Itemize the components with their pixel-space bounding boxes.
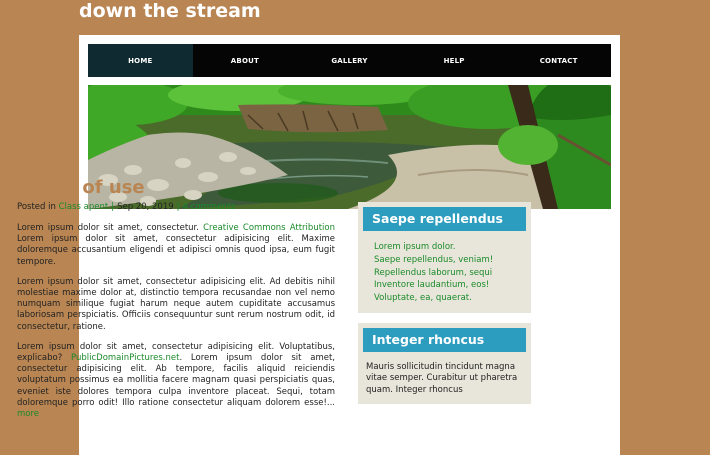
- widget-link[interactable]: Inventore laudantium, eos!: [374, 279, 526, 292]
- sidebar: Saepe repellendus Lorem ipsum dolor. Sae…: [358, 202, 531, 414]
- nav-item-contact[interactable]: CONTACT: [506, 44, 611, 77]
- comments-link[interactable]: 4 comments: [183, 202, 236, 212]
- nav-item-help[interactable]: HELP: [402, 44, 507, 77]
- widget-title: Saepe repellendus: [363, 207, 526, 231]
- paragraph-1-lead: Lorem ipsum dolor sit amet, consectetur.: [17, 223, 199, 233]
- widget-link[interactable]: Repellendus laborum, sequi: [374, 267, 526, 280]
- post-title[interactable]: terms of use: [17, 176, 335, 200]
- paragraph-3: Lorem ipsum dolor sit amet, consectetur …: [17, 342, 335, 420]
- paragraph-1: Lorem ipsum dolor sit amet, consectetur.…: [17, 223, 335, 268]
- nav-item-home[interactable]: HOME: [88, 44, 193, 77]
- posted-in-label: Posted in: [17, 202, 56, 212]
- paragraph-2: Lorem ipsum dolor sit amet, consectetur …: [17, 276, 335, 332]
- widget-title: Integer rhoncus: [363, 327, 526, 352]
- nav-item-about[interactable]: ABOUT: [193, 44, 298, 77]
- creative-commons-link[interactable]: Creative Commons Attribution: [203, 223, 335, 233]
- site-title[interactable]: down the stream: [79, 0, 261, 22]
- nav-item-gallery[interactable]: GALLERY: [297, 44, 402, 77]
- widget-link[interactable]: Lorem ipsum dolor.: [374, 241, 526, 254]
- widget-text: Mauris sollicitudin tincidunt magna vita…: [366, 361, 518, 395]
- widget-link-list: Lorem ipsum dolor. Saepe repellendus, ve…: [363, 231, 526, 305]
- widget-integer-rhoncus: Integer rhoncus Mauris sollicitudin tinc…: [358, 322, 531, 405]
- widget-link[interactable]: Voluptate, ea, quaerat.: [374, 292, 526, 305]
- main-nav: HOME ABOUT GALLERY HELP CONTACT: [88, 44, 611, 77]
- widget-link[interactable]: Saepe repellendus, veniam!: [374, 254, 526, 267]
- paragraph-1-rest: Lorem ipsum dolor sit amet, consectetur …: [17, 234, 335, 267]
- widget-saepe-repellendus: Saepe repellendus Lorem ipsum dolor. Sae…: [358, 202, 531, 313]
- main-content: terms of use Posted in Class apent | Sep 2…: [17, 176, 335, 420]
- category-link[interactable]: Class apent: [59, 202, 109, 212]
- post-meta: Posted in Class apent | Sep 20, 2019 | 4 com…: [17, 202, 236, 212]
- read-more-link[interactable]: more: [17, 409, 39, 419]
- public-domain-pictures-link[interactable]: PublicDomainPictures.net: [71, 353, 179, 363]
- post-date: Sep 20, 2019: [117, 202, 174, 212]
